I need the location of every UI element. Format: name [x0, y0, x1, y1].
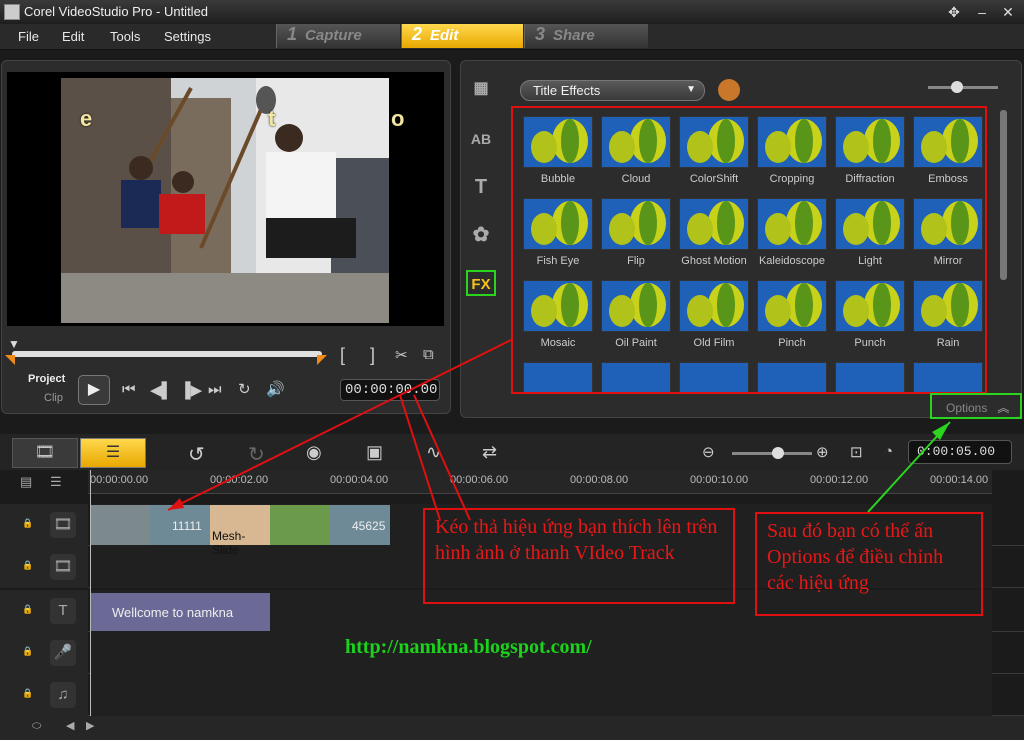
options-instruction-note: Sau đó bạn có thể ấn Options để điều chỉ… [755, 512, 983, 616]
blog-url: http://namkna.blogspot.com/ [345, 636, 592, 658]
drag-instruction-note: Kéo thả hiệu ứng bạn thích lên trên hình… [423, 508, 735, 604]
annotation-arrows [167, 339, 951, 521]
